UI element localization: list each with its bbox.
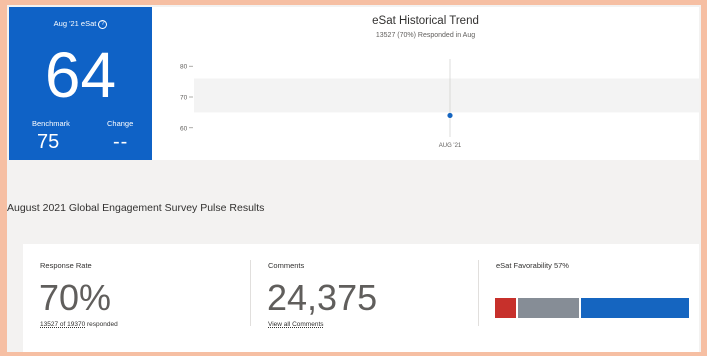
trend-chart: 80 70 60 AUG '21 [180,59,699,149]
benchmark-band [194,78,699,113]
benchmark-label: Benchmark [32,119,70,128]
responded-count-link[interactable]: 13527 of 19370 [40,321,85,328]
info-icon[interactable]: ? [98,19,108,29]
esat-tile-title: Aug '21 eSat? [9,19,152,29]
response-rate-label: Response Rate [40,261,92,270]
data-point [447,112,453,119]
dashboard-frame: Aug '21 eSat? 64 Benchmark Change 75 -- … [7,5,701,352]
comments-link-wrap: View all Comments [268,321,324,328]
x-tick-label: AUG '21 [439,143,462,149]
comments-label: Comments [268,261,305,270]
y-tick-label: 70 [180,95,188,102]
comments-value: 24,375 [267,277,378,318]
comments-card: Comments 24,375 View all Comments [251,244,478,352]
section-title: August 2021 Global Engagement Survey Pul… [7,202,265,214]
favorability-segment-unfavorable[interactable] [495,298,516,318]
change-label: Change [107,119,134,128]
responded-suffix: responded [87,321,118,328]
y-tick-label: 80 [180,64,188,71]
y-tick-label: 60 [180,125,188,132]
view-all-comments-link[interactable]: View all Comments [268,321,324,328]
favorability-segment-neutral[interactable] [517,298,579,318]
esat-title-text: Aug '21 eSat [53,19,97,28]
esat-score-tile[interactable]: Aug '21 eSat? 64 Benchmark Change 75 -- [9,7,152,160]
kpi-cards: Response Rate 70% 13527 of 19370 respond… [23,244,699,352]
benchmark-value: 75 [37,131,60,153]
esat-score-value: 64 [44,39,117,111]
response-rate-card: Response Rate 70% 13527 of 19370 respond… [23,244,250,352]
response-rate-value: 70% [39,277,112,318]
favorability-bar[interactable] [495,298,689,318]
favorability-segment-favorable[interactable] [580,298,689,318]
favorability-card: eSat Favorability 57% [479,244,699,352]
trend-chart-panel: eSat Historical Trend 13527 (70%) Respon… [152,7,699,160]
favorability-label: eSat Favorability 57% [496,261,569,270]
responded-count: 13527 of 19370 responded [40,321,118,328]
change-value: -- [113,131,129,153]
